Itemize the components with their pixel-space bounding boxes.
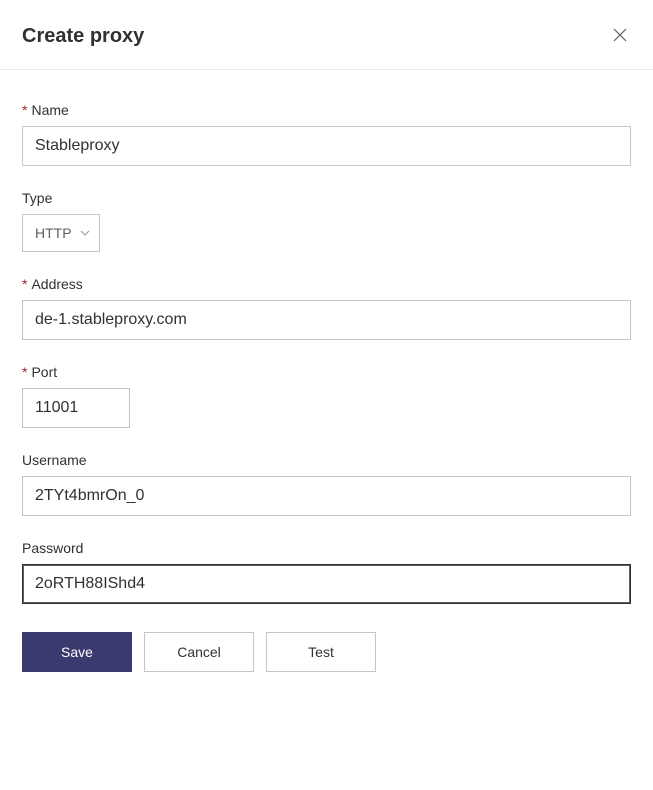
password-input[interactable] — [22, 564, 631, 604]
close-button[interactable] — [609, 24, 631, 49]
chevron-down-icon — [79, 227, 91, 239]
password-label: Password — [22, 540, 631, 556]
username-field: Username — [22, 452, 631, 516]
name-input[interactable] — [22, 126, 631, 166]
port-label: *Port — [22, 364, 631, 380]
type-label: Type — [22, 190, 631, 206]
port-input[interactable] — [22, 388, 130, 428]
dialog-header: Create proxy — [0, 0, 653, 70]
username-input[interactable] — [22, 476, 631, 516]
close-icon — [613, 28, 627, 45]
address-field: *Address — [22, 276, 631, 340]
button-row: Save Cancel Test — [22, 632, 631, 672]
required-indicator: * — [22, 102, 27, 118]
type-value: HTTP — [35, 225, 79, 241]
username-label: Username — [22, 452, 631, 468]
required-indicator: * — [22, 364, 27, 380]
required-indicator: * — [22, 276, 27, 292]
cancel-button[interactable]: Cancel — [144, 632, 254, 672]
address-label: *Address — [22, 276, 631, 292]
port-field: *Port — [22, 364, 631, 428]
name-label: *Name — [22, 102, 631, 118]
address-input[interactable] — [22, 300, 631, 340]
test-button[interactable]: Test — [266, 632, 376, 672]
save-button[interactable]: Save — [22, 632, 132, 672]
proxy-form: *Name Type HTTP *Address *Port Username — [0, 70, 653, 672]
type-field: Type HTTP — [22, 190, 631, 252]
dialog-title: Create proxy — [22, 25, 144, 48]
type-select[interactable]: HTTP — [22, 214, 100, 252]
password-field: Password — [22, 540, 631, 604]
name-field: *Name — [22, 102, 631, 166]
